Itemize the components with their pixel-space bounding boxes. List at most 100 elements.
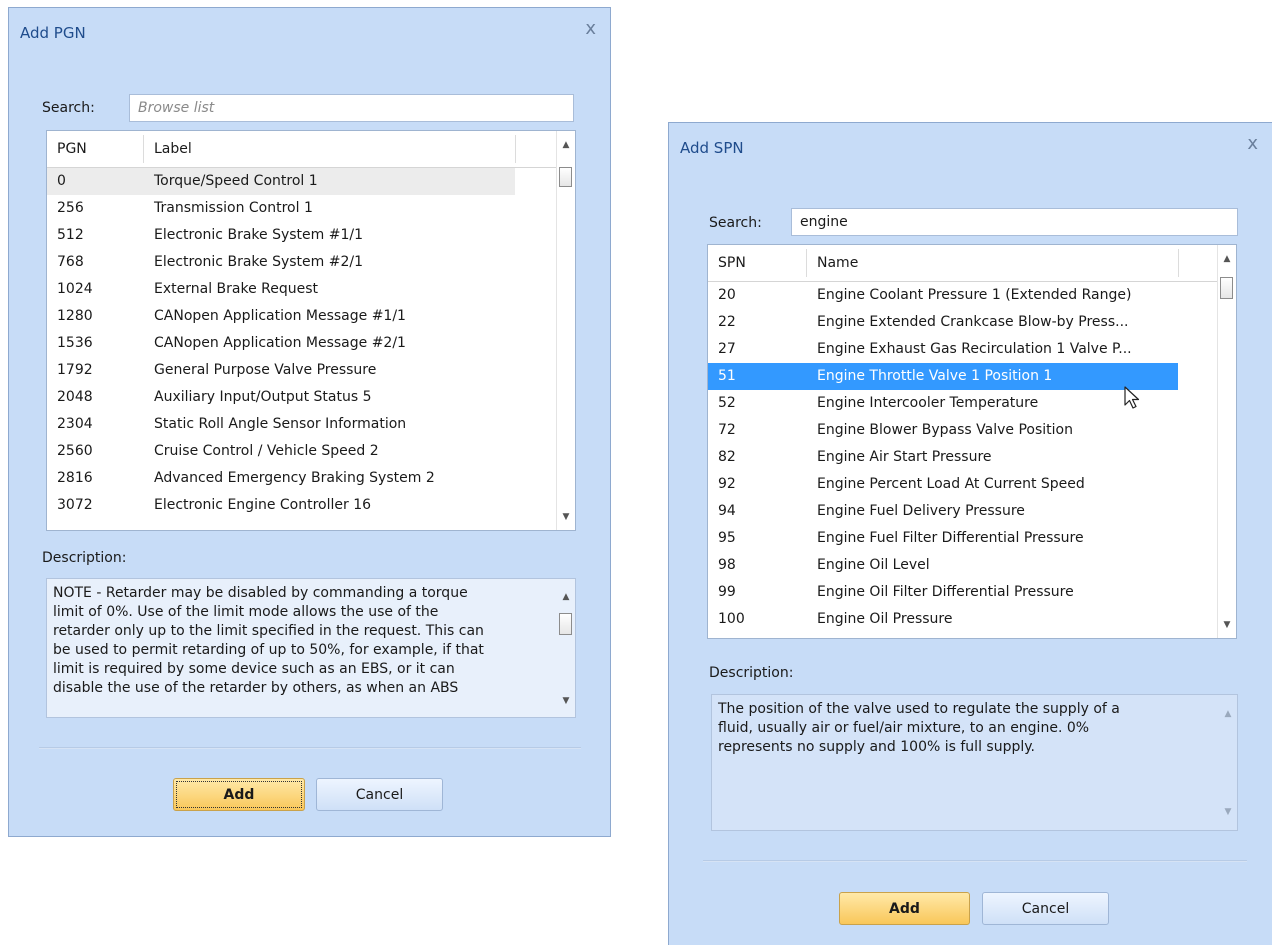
table-row[interactable]: 94 Engine Fuel Delivery Pressure [708,498,1178,525]
pgn-list-scrollbar[interactable]: ▲ ▼ [556,131,575,530]
pgn-list[interactable]: PGN Label 0 Torque/Speed Control 1 256 Tran… [46,130,576,531]
spn-search-input[interactable] [791,208,1238,236]
pgn-number-cell: 768 [57,254,84,270]
pgn-name-cell: Electronic Brake System #1/1 [154,227,363,243]
close-icon[interactable]: x [585,18,596,39]
spn-list-header: SPN Name [708,245,1219,282]
table-row[interactable]: 2048 Auxiliary Input/Output Status 5 [47,384,515,411]
spn-number-cell: 72 [718,422,736,438]
spn-description-text: The position of the valve used to regula… [718,701,1120,755]
pgn-number-cell: 1024 [57,281,93,297]
spn-number-cell: 27 [718,341,736,357]
table-row[interactable]: 92 Engine Percent Load At Current Speed [708,471,1178,498]
spn-number-cell: 92 [718,476,736,492]
pgn-search-label: Search: [42,100,95,116]
table-row[interactable]: 100 Engine Oil Pressure [708,606,1178,633]
table-row[interactable]: 1792 General Purpose Valve Pressure [47,357,515,384]
pgn-dialog-title: Add PGN [20,24,86,42]
spn-list-scrollbar[interactable]: ▲ ▼ [1217,245,1236,638]
spn-number-cell: 52 [718,395,736,411]
pgn-search-input[interactable] [129,94,574,122]
table-row[interactable]: 51 Engine Throttle Valve 1 Position 1 [708,363,1178,390]
close-icon[interactable]: x [1247,133,1258,154]
pgn-name-cell: External Brake Request [154,281,319,297]
spn-titlebar: Add SPN x [669,123,1272,177]
column-separator [1178,249,1179,277]
pgn-number-cell: 256 [57,200,84,216]
table-row[interactable]: 98 Engine Oil Level [708,552,1178,579]
table-row[interactable]: 2560 Cruise Control / Vehicle Speed 2 [47,438,515,465]
spn-name-cell: Engine Oil Pressure [817,611,953,627]
description-scrollbar[interactable]: ▲ ▼ [1219,695,1237,830]
scroll-down-icon[interactable]: ▼ [557,512,575,522]
table-row[interactable]: 1536 CANopen Application Message #2/1 [47,330,515,357]
table-row[interactable]: 2816 Advanced Emergency Braking System 2 [47,465,515,492]
table-row[interactable]: 3072 Electronic Engine Controller 16 [47,492,515,519]
spn-number-cell: 95 [718,530,736,546]
table-row[interactable]: 99 Engine Oil Filter Differential Pressur… [708,579,1178,606]
scroll-down-icon[interactable]: ▼ [1219,803,1237,822]
add-spn-dialog: Add SPN x Search: SPN Name 20 Engine Cool… [668,122,1272,945]
scroll-down-icon[interactable]: ▼ [1218,620,1236,630]
spn-name-cell: Engine Percent Load At Current Speed [817,476,1085,492]
table-row[interactable]: 22 Engine Extended Crankcase Blow-by Pres… [708,309,1178,336]
table-row[interactable]: 256 Transmission Control 1 [47,195,515,222]
spn-number-cell: 20 [718,287,736,303]
table-row[interactable]: 27 Engine Exhaust Gas Recirculation 1 Val… [708,336,1178,363]
scroll-up-icon[interactable]: ▲ [557,588,575,607]
pgn-number-cell: 512 [57,227,84,243]
pgn-number-cell: 2816 [57,470,93,486]
spn-column-header[interactable]: SPN [718,255,746,271]
pgn-name-cell: Electronic Brake System #2/1 [154,254,363,270]
spn-number-cell: 99 [718,584,736,600]
pgn-description-text: NOTE - Retarder may be disabled by comma… [53,585,484,696]
pgn-name-cell: Transmission Control 1 [154,200,313,216]
pgn-description-label: Description: [42,550,127,566]
spn-add-button[interactable]: Add [839,892,970,925]
column-separator [806,249,807,277]
divider [39,747,581,749]
pgn-add-button[interactable]: Add [173,778,305,811]
spn-number-cell: 51 [718,368,736,384]
label-column-header[interactable]: Label [154,141,192,157]
pgn-column-header[interactable]: PGN [57,141,87,157]
scroll-up-icon[interactable]: ▲ [557,140,575,150]
table-row[interactable]: 72 Engine Blower Bypass Valve Position [708,417,1178,444]
table-row[interactable]: 768 Electronic Brake System #2/1 [47,249,515,276]
scroll-thumb[interactable] [559,613,572,635]
pgn-name-cell: Advanced Emergency Braking System 2 [154,470,435,486]
pgn-number-cell: 1536 [57,335,93,351]
pgn-titlebar: Add PGN x [9,8,610,62]
spn-description-box[interactable]: The position of the valve used to regula… [711,694,1238,831]
spn-cancel-button[interactable]: Cancel [982,892,1109,925]
scroll-thumb[interactable] [1220,277,1233,299]
pgn-number-cell: 2560 [57,443,93,459]
table-row[interactable]: 95 Engine Fuel Filter Differential Pressu… [708,525,1178,552]
table-row[interactable]: 82 Engine Air Start Pressure [708,444,1178,471]
table-row[interactable]: 2304 Static Roll Angle Sensor Information [47,411,515,438]
column-separator [143,135,144,163]
scroll-thumb[interactable] [559,167,572,187]
spn-name-cell: Engine Oil Filter Differential Pressure [817,584,1074,600]
scroll-up-icon[interactable]: ▲ [1219,705,1237,724]
spn-name-cell: Engine Intercooler Temperature [817,395,1039,411]
name-column-header[interactable]: Name [817,255,858,271]
pgn-number-cell: 2304 [57,416,93,432]
description-scrollbar[interactable]: ▲ ▼ [557,579,575,717]
pgn-description-box[interactable]: NOTE - Retarder may be disabled by comma… [46,578,576,718]
table-row[interactable]: 512 Electronic Brake System #1/1 [47,222,515,249]
pgn-name-cell: CANopen Application Message #2/1 [154,335,406,351]
table-row[interactable]: 0 Torque/Speed Control 1 [47,168,515,195]
scroll-down-icon[interactable]: ▼ [557,692,575,711]
table-row[interactable]: 20 Engine Coolant Pressure 1 (Extended Ra… [708,282,1178,309]
spn-number-cell: 100 [718,611,745,627]
spn-list[interactable]: SPN Name 20 Engine Coolant Pressure 1 (Ex… [707,244,1237,639]
scroll-up-icon[interactable]: ▲ [1218,254,1236,264]
table-row[interactable]: 1280 CANopen Application Message #1/1 [47,303,515,330]
table-row[interactable]: 52 Engine Intercooler Temperature [708,390,1178,417]
spn-number-cell: 94 [718,503,736,519]
pgn-cancel-button[interactable]: Cancel [316,778,443,811]
table-row[interactable]: 1024 External Brake Request [47,276,515,303]
pgn-name-cell: General Purpose Valve Pressure [154,362,377,378]
arrow-pointer-icon [1124,386,1140,409]
